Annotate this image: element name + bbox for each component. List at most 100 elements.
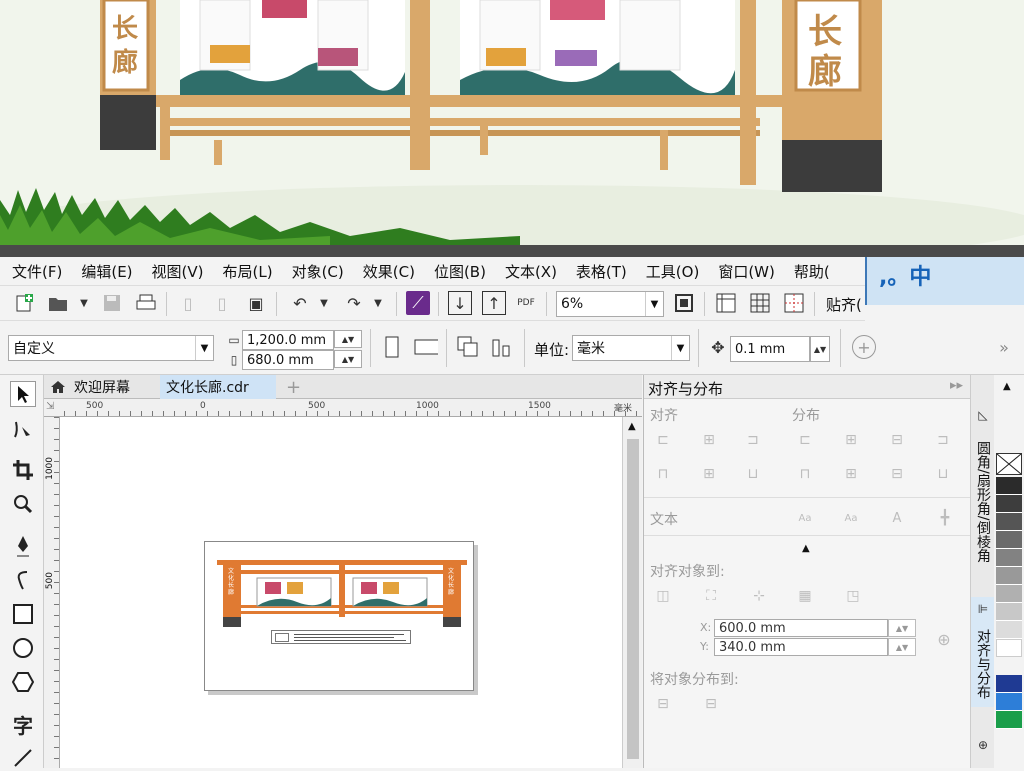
color-swatch[interactable] — [996, 693, 1022, 711]
menu-effects[interactable]: 效果(C) — [351, 261, 422, 282]
no-color-swatch[interactable] — [996, 453, 1022, 475]
undo-dropdown-icon[interactable]: ▼ — [312, 291, 336, 315]
color-swatch[interactable] — [996, 675, 1022, 693]
menu-edit[interactable]: 编辑(E) — [69, 261, 139, 282]
cut-icon[interactable]: ▯ — [176, 291, 200, 315]
align-page-center-icon[interactable]: ⊹ — [748, 585, 770, 607]
distribute-center-v-icon[interactable]: ⊞ — [840, 463, 862, 485]
y-coordinate-input[interactable]: 340.0 mm — [714, 638, 888, 656]
x-spinner-icon[interactable]: ▲▼ — [888, 619, 916, 637]
color-swatch[interactable] — [996, 603, 1022, 621]
palette-scroll-up-icon[interactable]: ▲ — [1003, 381, 1011, 392]
landscape-icon[interactable] — [414, 335, 438, 359]
color-swatch[interactable] — [996, 549, 1022, 567]
drawing-canvas[interactable]: 文化长廊 文化长廊 — [60, 417, 622, 768]
all-pages-icon[interactable] — [456, 335, 480, 359]
open-folder-icon[interactable] — [46, 291, 70, 315]
redo-dropdown-icon[interactable]: ▼ — [366, 291, 390, 315]
current-page-icon[interactable] — [490, 335, 514, 359]
panel-expand-icon[interactable]: ▸▸ — [950, 378, 963, 393]
width-spinner-icon[interactable]: ▲▼ — [334, 330, 362, 348]
artistic-media-tool-icon[interactable] — [10, 567, 36, 593]
color-swatch[interactable] — [996, 711, 1022, 729]
distribute-spacing-h-icon[interactable]: ⊟ — [886, 429, 908, 451]
snap-to-dropdown[interactable]: 贴齐( — [826, 294, 862, 315]
align-point-icon[interactable]: ◳ — [842, 585, 864, 607]
menu-window[interactable]: 窗口(W) — [706, 261, 782, 282]
color-swatch[interactable] — [996, 585, 1022, 603]
tab-document[interactable]: 文化长廊.cdr — [160, 375, 276, 399]
distribute-top-icon[interactable]: ⊓ — [794, 463, 816, 485]
publish-pdf-icon[interactable]: PDF — [514, 291, 538, 315]
zoom-tool-icon[interactable] — [10, 491, 36, 517]
add-page-icon[interactable]: + — [852, 335, 876, 359]
x-coordinate-input[interactable]: 600.0 mm — [714, 619, 888, 637]
add-tab-icon[interactable]: + — [280, 375, 302, 399]
text-last-baseline-icon[interactable]: Aa — [840, 507, 862, 529]
open-dropdown-icon[interactable]: ▼ — [72, 291, 96, 315]
nudge-distance-input[interactable]: 0.1 mm — [730, 336, 810, 362]
export-icon[interactable]: ↑ — [482, 291, 506, 315]
text-outline-icon[interactable]: ╋ — [934, 507, 956, 529]
menu-view[interactable]: 视图(V) — [140, 261, 211, 282]
tab-align-distribute[interactable]: 对齐与分布 — [971, 619, 995, 709]
pick-tool-icon[interactable] — [10, 381, 36, 407]
text-bounding-box-icon[interactable]: A — [886, 507, 908, 529]
align-center-v-icon[interactable]: ⊞ — [698, 463, 720, 485]
distribute-center-h-icon[interactable]: ⊞ — [840, 429, 862, 451]
crop-tool-icon[interactable] — [10, 457, 36, 483]
text-tool-icon[interactable]: 字 — [10, 711, 36, 738]
freehand-tool-icon[interactable] — [10, 533, 36, 559]
scroll-thumb[interactable] — [627, 439, 639, 759]
color-swatch[interactable] — [996, 531, 1022, 549]
ellipse-tool-icon[interactable] — [10, 635, 36, 661]
color-swatch[interactable] — [996, 639, 1022, 657]
distribute-selection-icon[interactable]: ⊟ — [652, 693, 674, 715]
print-icon[interactable] — [134, 291, 158, 315]
align-grid-icon[interactable]: ▦ — [794, 585, 816, 607]
import-icon[interactable]: ↓ — [448, 291, 472, 315]
align-center-h-icon[interactable]: ⊞ — [698, 429, 720, 451]
menu-object[interactable]: 对象(C) — [280, 261, 351, 282]
distribute-spacing-v-icon[interactable]: ⊟ — [886, 463, 908, 485]
undo-icon[interactable]: ↶ — [288, 291, 312, 315]
align-page-edge-icon[interactable]: ⛶ — [700, 585, 722, 607]
align-top-icon[interactable]: ⊓ — [652, 463, 674, 485]
tab-welcome-screen[interactable]: 欢迎屏幕 — [44, 375, 160, 399]
align-right-icon[interactable]: ⊐ — [742, 429, 764, 451]
page-width-input[interactable]: 1,200.0 mm — [242, 330, 334, 350]
units-dropdown[interactable]: 毫米 ▼ — [572, 335, 690, 361]
new-document-icon[interactable] — [12, 291, 36, 315]
document-page[interactable]: 文化长廊 文化长廊 — [204, 541, 474, 691]
paste-icon[interactable]: ▣ — [244, 291, 268, 315]
show-guidelines-icon[interactable] — [782, 291, 806, 315]
horizontal-ruler[interactable]: ⇲ 500 0 500 1000 1500 毫米 — [44, 399, 642, 417]
color-swatch[interactable] — [996, 513, 1022, 531]
menu-file[interactable]: 文件(F) — [0, 261, 69, 282]
distribute-page-icon[interactable]: ⊟ — [700, 693, 722, 715]
show-grid-icon[interactable] — [748, 291, 772, 315]
page-height-input[interactable]: 680.0 mm — [242, 350, 334, 370]
add-docker-icon[interactable]: ⊕ — [972, 735, 994, 755]
portrait-icon[interactable] — [380, 335, 404, 359]
color-swatch[interactable] — [996, 621, 1022, 639]
search-content-icon[interactable]: ⟋ — [406, 291, 430, 315]
distribute-left-icon[interactable]: ⊏ — [794, 429, 816, 451]
ime-indicator[interactable]: ,。中 — [865, 257, 1024, 305]
collapse-arrow-icon[interactable]: ▲ — [802, 543, 810, 554]
thumbnail-caption-box[interactable] — [271, 630, 411, 644]
scroll-up-icon[interactable]: ▲ — [628, 421, 636, 432]
vertical-ruler[interactable]: 1000 500 — [44, 417, 60, 768]
color-swatch[interactable] — [996, 477, 1022, 495]
text-first-baseline-icon[interactable]: Aa — [794, 507, 816, 529]
target-point-icon[interactable]: ⊕ — [932, 627, 956, 651]
page-preset-dropdown[interactable]: 自定义 ▼ — [8, 335, 214, 361]
rectangle-tool-icon[interactable] — [10, 601, 36, 627]
fillet-icon[interactable]: ◺ — [972, 405, 994, 425]
expand-toolbar-icon[interactable]: » — [992, 335, 1016, 359]
save-icon[interactable] — [100, 291, 124, 315]
distribute-bottom-icon[interactable]: ⊔ — [932, 463, 954, 485]
tab-fillet-scallop-chamfer[interactable]: 圆角/扇形角/倒棱角 — [971, 427, 995, 577]
color-swatch[interactable] — [996, 495, 1022, 513]
corridor-thumbnail[interactable] — [217, 558, 467, 628]
